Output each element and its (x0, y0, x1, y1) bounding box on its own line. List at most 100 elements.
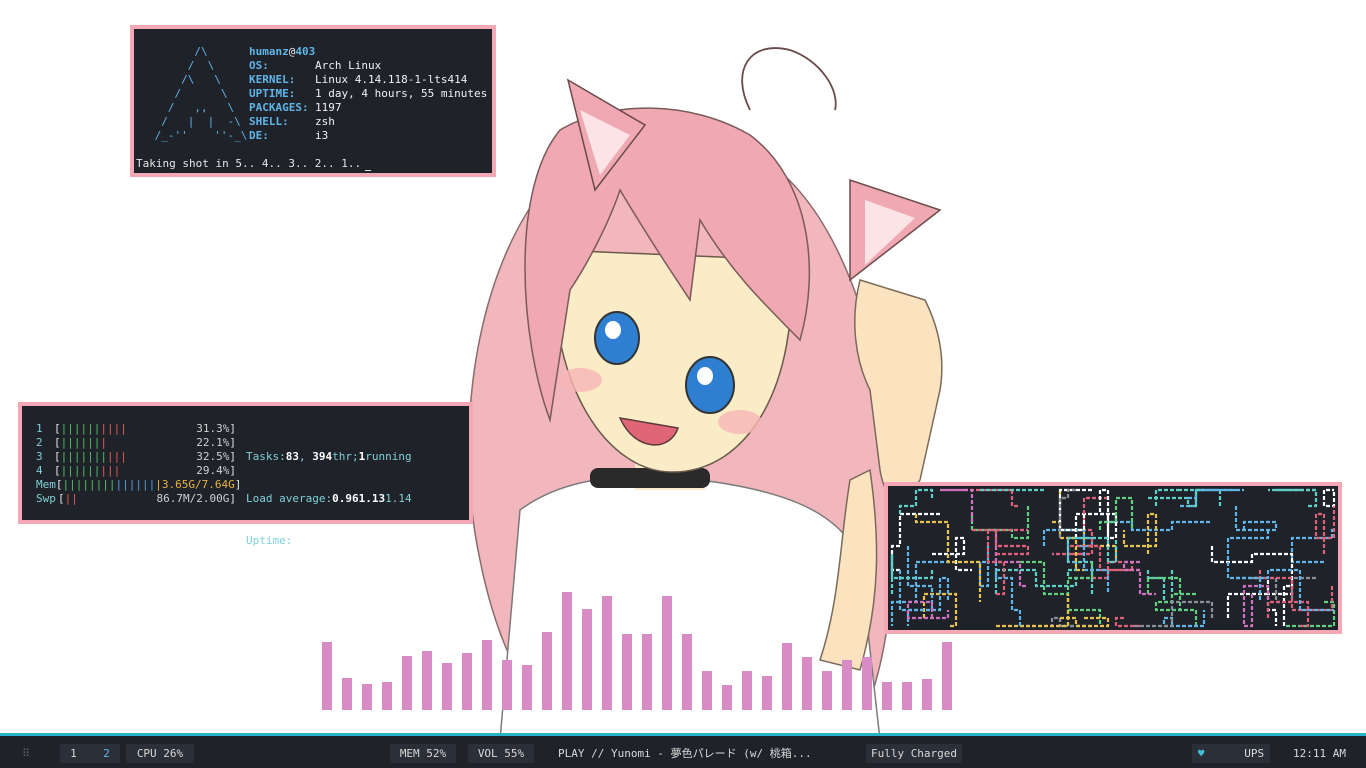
ups-indicator[interactable]: ♥ UPS (1192, 744, 1270, 763)
htop-terminal[interactable]: 1[|||||||||| 31.3%] 2[||||||| 22.1%] 3[|||||… (18, 402, 473, 547)
visualizer-bar (382, 682, 392, 710)
load-1: 0.96 (332, 492, 359, 505)
pipe-segment (898, 488, 934, 514)
pipe-segment (890, 554, 934, 594)
bracket-open: [ (54, 422, 61, 435)
visualizer-bar (442, 663, 452, 710)
info-value: 1 day, 4 hours, 55 minutes (315, 87, 488, 100)
battery-status[interactable]: Fully Charged (866, 744, 962, 763)
load-15: 1.14 (385, 492, 412, 505)
visualizer-bar (822, 671, 832, 710)
mem-label: Mem (36, 478, 56, 491)
status-bar: ⠿ 1 2 CPU 26% MEM 52% VOL 55% PLAY // Yu… (0, 733, 1366, 768)
now-playing-text: PLAY // Yunomi - 夢色パレード (w/ 桃箱... (558, 747, 812, 760)
cpu-label: 1 (36, 422, 43, 435)
info-value: zsh (315, 115, 335, 128)
info-key: DE: (249, 129, 269, 142)
now-playing[interactable]: PLAY // Yunomi - 夢色パレード (w/ 桃箱... (558, 744, 848, 763)
running-label: running (365, 450, 412, 463)
pipe-segment (1290, 528, 1334, 564)
pipe-segment (1234, 506, 1278, 532)
comma: , (299, 450, 313, 463)
shell-prompt: Taking shot in 5.. 4.. 3.. 2.. 1.. (136, 157, 372, 171)
pipe-segment (1074, 512, 1118, 540)
mem-bar-used: |||||||| (62, 478, 116, 491)
bracket-close: ] (234, 478, 242, 491)
visualizer-bar (422, 651, 432, 710)
memory-indicator[interactable]: MEM 52% (390, 744, 456, 763)
pipe-segment (970, 506, 1030, 540)
visualizer-bar (622, 634, 632, 710)
bracket-open: [ (54, 436, 61, 449)
pipe-segment (1020, 616, 1084, 628)
pipe-segment (1276, 488, 1318, 508)
visualizer-bar (462, 653, 472, 710)
workspace-1[interactable]: 1 (70, 747, 77, 760)
heart-icon: ♥ (1197, 747, 1205, 760)
visualizer-bar (642, 634, 652, 710)
mem-value: 3.65G/7.64G (161, 478, 235, 491)
bracket-close: ] (229, 422, 236, 435)
memory-bar: ||||||||||||||| (63, 478, 162, 492)
visualizer-bar (942, 642, 952, 710)
cpu-percent: 29.4% (196, 464, 230, 477)
visualizer-bar (682, 634, 692, 710)
pipe-segment (1122, 512, 1158, 554)
uptime-value: 1 day, 04:55:20 (292, 534, 392, 547)
visualizer-bar (842, 660, 852, 710)
cpu-label: 4 (36, 464, 43, 477)
pipe-segment (1066, 562, 1102, 626)
pipe-segment (932, 536, 972, 572)
pipe-segment (1114, 616, 1140, 628)
text-cursor (365, 170, 372, 171)
cpu-bar-user: |||||| (60, 436, 101, 449)
tasks-count: 83 (285, 450, 299, 463)
pipe-segment (1066, 544, 1140, 572)
cpu-bar-kernel: | (100, 436, 107, 449)
info-row-de: DE: i3 (249, 129, 487, 143)
bracket-open: [ (58, 492, 65, 505)
pipe-segment (1226, 530, 1270, 602)
cpu-percent: 32.5% (196, 450, 230, 463)
visualizer-bar (582, 609, 592, 710)
bracket-open: [ (55, 478, 63, 491)
visualizer-bar (802, 657, 812, 710)
volume-indicator[interactable]: VOL 55% (468, 744, 534, 763)
cpu-bar-kernel: ||| (106, 450, 127, 463)
visualizer-bar (702, 671, 712, 710)
system-info: humanz @403 OS: Arch Linux KERNEL: Linux 4.… (249, 45, 487, 143)
visualizer-bar (482, 640, 492, 710)
pipe-segment (1258, 570, 1334, 612)
visualizer-bar (742, 671, 752, 710)
info-value: Linux 4.14.118-1-lts414 (315, 73, 468, 86)
load-line: Load average: 0.96 1.13 1.14 (246, 492, 412, 506)
cpu-indicator[interactable]: CPU 26% (126, 744, 194, 763)
bracket-close: ] (229, 436, 236, 449)
info-value: i3 (315, 129, 329, 142)
visualizer-bar (922, 679, 932, 710)
pipe-segment (914, 514, 982, 602)
thread-count: 394 (312, 450, 333, 463)
pipe-segment (1020, 560, 1092, 628)
visualizer-bar (402, 656, 412, 710)
workspace-2[interactable]: 2 (103, 747, 110, 760)
grid-menu-icon[interactable]: ⠿ (22, 744, 30, 763)
info-key: UPTIME: (249, 87, 296, 100)
cpu-percent: 22.1% (196, 436, 230, 449)
pipe-segment (1066, 536, 1094, 564)
workspace-switcher: 1 2 (60, 744, 120, 763)
mem-bar-buffers: |||||| (115, 478, 156, 491)
pipe-segment (1162, 610, 1206, 628)
neofetch-terminal[interactable]: /\ / \ /\ \ / \ / ,, \ / | | -\ /_-'' ''… (130, 25, 496, 177)
tasks-label: Tasks: (246, 450, 286, 463)
load-5: 1.13 (358, 492, 386, 505)
info-key: PACKAGES: (249, 101, 309, 114)
uptime-label: Uptime: (246, 534, 293, 547)
cpu-meter-3: 3[|||||||||| 32.5%] (36, 450, 236, 464)
clock[interactable]: 12:11 AM (1293, 744, 1346, 763)
uptime-line: Uptime: 1 day, 04:55:20 (246, 534, 412, 548)
info-row-shell: SHELL: zsh (249, 115, 487, 129)
visualizer-bar (362, 684, 372, 710)
visualizer-bar (602, 596, 612, 710)
visualizer-bar (782, 643, 792, 710)
